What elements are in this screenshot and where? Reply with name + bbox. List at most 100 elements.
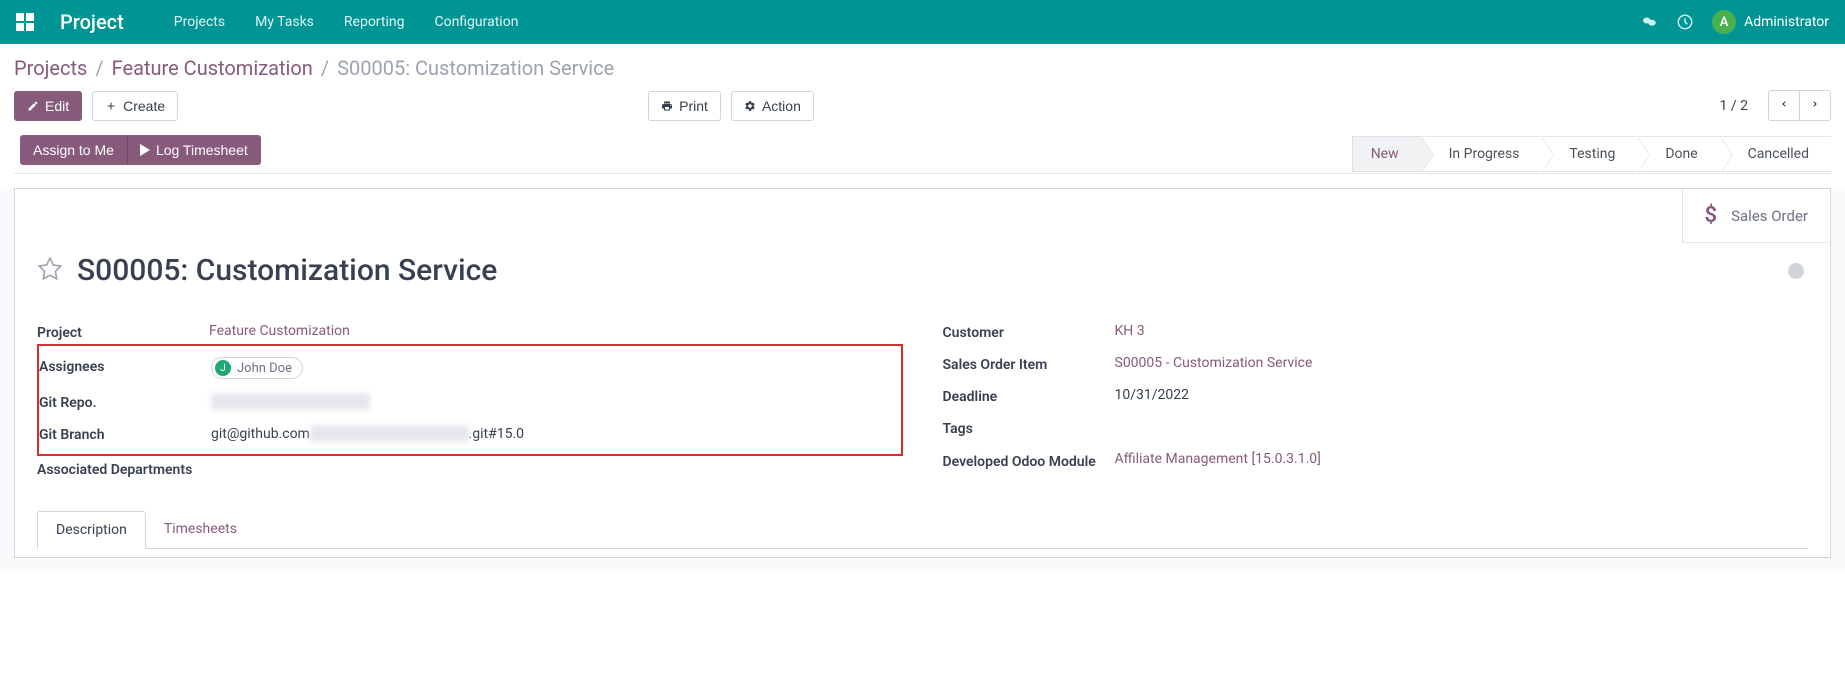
record-title: S00005: Customization Service xyxy=(77,253,497,288)
discuss-icon[interactable] xyxy=(1640,13,1658,31)
tab-label: Description xyxy=(56,522,127,538)
value-customer[interactable]: KH 3 xyxy=(1115,323,1809,339)
label-departments: Associated Departments xyxy=(37,459,209,481)
stage-label: New xyxy=(1371,146,1399,162)
edit-label: Edit xyxy=(45,98,69,114)
nav-menu-reporting[interactable]: Reporting xyxy=(344,14,405,30)
form-grid: Project Feature Customization Assignees … xyxy=(37,316,1808,488)
stage-testing[interactable]: Testing xyxy=(1541,136,1637,172)
form-sheet: $ Sales Order S00005: Customization Serv… xyxy=(14,188,1831,558)
form-col-left: Project Feature Customization Assignees … xyxy=(37,316,903,488)
git-branch-prefix: git@github.com xyxy=(211,426,310,442)
pager-buttons xyxy=(1768,90,1831,121)
breadcrumb-feature[interactable]: Feature Customization xyxy=(112,56,313,80)
sheet-inner: S00005: Customization Service Project Fe… xyxy=(15,189,1830,557)
apps-icon[interactable] xyxy=(16,13,34,31)
edit-button[interactable]: Edit xyxy=(14,91,82,121)
pager-next[interactable] xyxy=(1800,91,1830,120)
pager-text[interactable]: 1 / 2 xyxy=(1720,98,1748,114)
form-col-right: Customer KH 3 Sales Order Item S00005 - … xyxy=(943,316,1809,488)
breadcrumb-sep: / xyxy=(321,56,329,80)
git-repo-redacted: ████████████████ xyxy=(211,393,370,410)
avatar: A xyxy=(1712,10,1736,34)
assign-to-me-button[interactable]: Assign to Me xyxy=(20,135,127,165)
notebook: Description Timesheets xyxy=(37,510,1808,549)
statusbar-row: Assign to Me Log Timesheet New In Progre… xyxy=(14,135,1831,174)
assign-label: Assign to Me xyxy=(33,142,114,158)
stat-button-label: Sales Order xyxy=(1731,207,1808,225)
stage-in-progress[interactable]: In Progress xyxy=(1421,136,1542,172)
assignee-chip[interactable]: J John Doe xyxy=(211,357,303,379)
row-git-repo: Git Repo. ████████████████ xyxy=(39,386,901,418)
top-navbar: Project Projects My Tasks Reporting Conf… xyxy=(0,0,1845,44)
label-so-item: Sales Order Item xyxy=(943,355,1115,373)
create-label: Create xyxy=(123,98,165,114)
pager-prev[interactable] xyxy=(1769,91,1800,120)
app-brand[interactable]: Project xyxy=(60,10,124,34)
tab-timesheets[interactable]: Timesheets xyxy=(146,511,255,549)
row-deadline: Deadline 10/31/2022 xyxy=(943,380,1809,412)
user-menu[interactable]: A Administrator xyxy=(1712,10,1829,34)
assignee-name: John Doe xyxy=(237,361,292,376)
stat-button-sales-order[interactable]: $ Sales Order xyxy=(1682,189,1830,243)
breadcrumb-sep: / xyxy=(95,56,103,80)
label-customer: Customer xyxy=(943,323,1115,341)
label-git-repo: Git Repo. xyxy=(39,393,211,411)
cp-right: 1 / 2 xyxy=(1720,90,1831,121)
breadcrumb-current: S00005: Customization Service xyxy=(337,56,614,80)
navbar-left: Project Projects My Tasks Reporting Conf… xyxy=(16,10,518,34)
print-label: Print xyxy=(679,98,708,114)
row-departments: Associated Departments xyxy=(37,452,903,488)
label-deadline: Deadline xyxy=(943,387,1115,405)
nav-menu-projects[interactable]: Projects xyxy=(174,14,225,30)
value-module[interactable]: Affiliate Management [15.0.3.1.0] xyxy=(1115,451,1809,467)
stage-label: Done xyxy=(1665,146,1697,162)
row-customer: Customer KH 3 xyxy=(943,316,1809,348)
row-git-branch: Git Branch git@github.com███████████████… xyxy=(39,418,901,450)
statusbar-buttons: Assign to Me Log Timesheet xyxy=(20,135,261,165)
nav-menu-configuration[interactable]: Configuration xyxy=(434,14,518,30)
row-assignees: Assignees J John Doe xyxy=(39,350,901,386)
row-tags: Tags xyxy=(943,412,1809,444)
tab-description[interactable]: Description xyxy=(37,511,146,549)
stage-bar: New In Progress Testing Done Cancelled xyxy=(1352,136,1831,172)
dollar-icon: $ xyxy=(1705,203,1718,228)
nav-menu-mytasks[interactable]: My Tasks xyxy=(255,14,314,30)
tabs: Description Timesheets xyxy=(37,510,1808,549)
title-row: S00005: Customization Service xyxy=(37,253,1808,288)
stage-cancelled[interactable]: Cancelled xyxy=(1720,136,1831,172)
sheet-background: $ Sales Order S00005: Customization Serv… xyxy=(0,188,1845,572)
value-git-branch[interactable]: git@github.com████████████████.git#15.0 xyxy=(211,425,901,442)
action-button[interactable]: Action xyxy=(731,91,814,121)
breadcrumb-projects[interactable]: Projects xyxy=(14,56,87,80)
nav-menu: Projects My Tasks Reporting Configuratio… xyxy=(174,14,519,30)
navbar-right: A Administrator xyxy=(1640,10,1829,34)
tab-label: Timesheets xyxy=(164,521,237,537)
log-timesheet-label: Log Timesheet xyxy=(156,142,248,158)
git-branch-suffix: .git#15.0 xyxy=(469,426,524,442)
row-module: Developed Odoo Module Affiliate Manageme… xyxy=(943,444,1809,480)
stage-label: Testing xyxy=(1569,146,1615,162)
star-icon[interactable] xyxy=(37,256,63,286)
label-git-branch: Git Branch xyxy=(39,425,211,443)
value-so-item[interactable]: S00005 - Customization Service xyxy=(1115,355,1809,371)
stage-new[interactable]: New xyxy=(1352,136,1421,172)
stage-label: Cancelled xyxy=(1748,146,1809,162)
print-button[interactable]: Print xyxy=(648,91,721,121)
activities-icon[interactable] xyxy=(1676,13,1694,31)
cp-center: Print Action xyxy=(648,91,814,121)
breadcrumb: Projects / Feature Customization / S0000… xyxy=(14,56,1831,80)
label-assignees: Assignees xyxy=(39,357,211,375)
kanban-state-dot[interactable] xyxy=(1788,263,1804,279)
value-git-repo[interactable]: ████████████████ xyxy=(211,393,901,410)
create-button[interactable]: Create xyxy=(92,91,178,121)
action-label: Action xyxy=(762,98,801,114)
value-project[interactable]: Feature Customization xyxy=(209,323,903,339)
label-tags: Tags xyxy=(943,419,1115,437)
value-assignees[interactable]: J John Doe xyxy=(211,357,901,379)
label-module: Developed Odoo Module xyxy=(943,451,1115,473)
control-panel-row: Edit Create Print Action 1 / 2 xyxy=(14,90,1831,121)
log-timesheet-button[interactable]: Log Timesheet xyxy=(127,135,261,165)
user-name: Administrator xyxy=(1744,14,1829,30)
value-deadline[interactable]: 10/31/2022 xyxy=(1115,387,1809,403)
